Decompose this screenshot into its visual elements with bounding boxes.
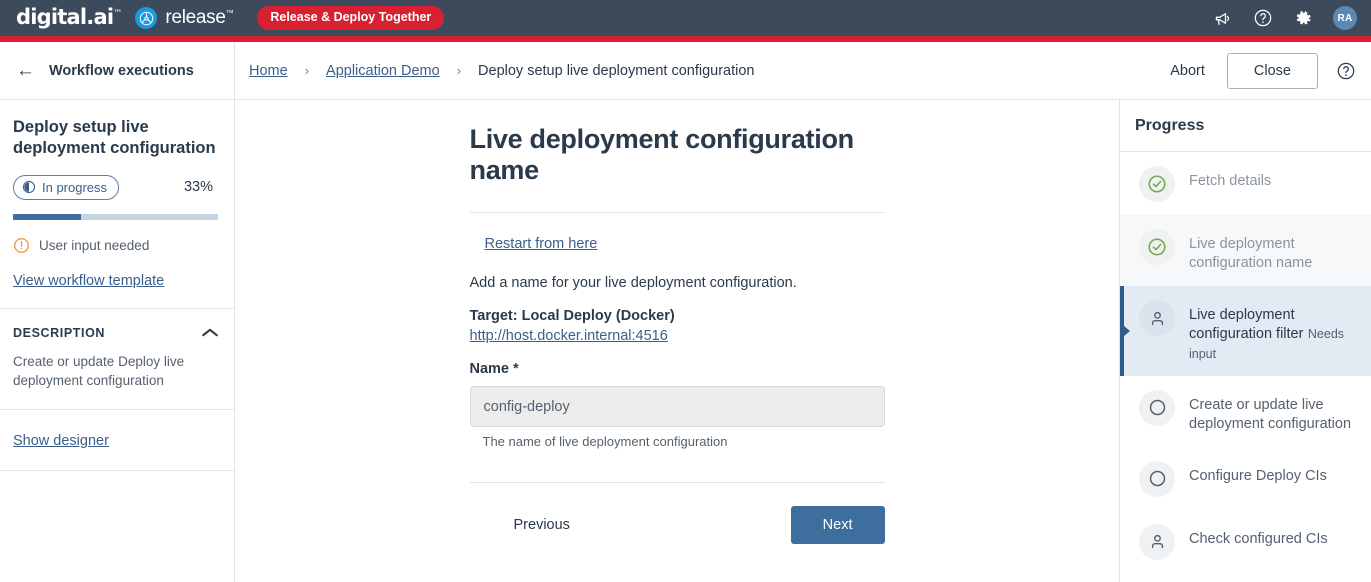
- digitalai-logo[interactable]: digital.ai™: [16, 4, 122, 29]
- show-designer-link[interactable]: Show designer: [13, 433, 109, 449]
- breadcrumb: Home › Application Demo › Deploy setup l…: [235, 63, 755, 79]
- help-icon[interactable]: [1336, 61, 1356, 81]
- digitalai-tm: ™: [113, 8, 122, 19]
- back-arrow-icon[interactable]: ←: [16, 61, 35, 80]
- in-progress-icon: [22, 181, 36, 194]
- breadcrumb-separator: ›: [456, 63, 462, 78]
- alert-icon: [14, 237, 29, 253]
- main-content: Live deployment configuration name Resta…: [235, 100, 1119, 582]
- progress-item-label: Live deployment configuration name: [1189, 236, 1313, 272]
- progress-item-live-deployment-configuration-name[interactable]: Live deployment configuration name: [1120, 215, 1371, 287]
- release-logo-text[interactable]: release™: [165, 7, 233, 29]
- header-back-section[interactable]: ← Workflow executions: [0, 42, 235, 99]
- progress-item-create-or-update-live-deployment-configuration[interactable]: Create or update live deployment configu…: [1120, 376, 1371, 447]
- status-badge-label: In progress: [42, 179, 108, 195]
- left-sidebar: Deploy setup live deployment configurati…: [0, 100, 235, 582]
- restart-from-here-link[interactable]: Restart from here: [485, 236, 598, 252]
- description-header: DESCRIPTION: [13, 326, 219, 340]
- execution-title: Deploy setup live deployment configurati…: [13, 118, 216, 158]
- page-body: Deploy setup live deployment configurati…: [0, 100, 1371, 582]
- progress-item-configure-deploy-cis[interactable]: Configure Deploy CIs: [1120, 447, 1371, 510]
- name-field-hint: The name of live deployment configuratio…: [482, 434, 728, 449]
- description-text: Create or update Deploy live deployment …: [13, 353, 185, 389]
- progress-item-label: Live deployment configuration filter: [1189, 307, 1304, 343]
- release-product-icon: [135, 7, 158, 29]
- progress-item-text: Check configured CIs: [1189, 523, 1328, 549]
- progress-bar: [13, 213, 218, 220]
- previous-button[interactable]: Previous: [510, 509, 574, 541]
- target-url-link[interactable]: http://host.docker.internal:4516: [470, 328, 668, 344]
- progress-item-fetch-details[interactable]: Fetch details: [1120, 152, 1371, 215]
- page-title: Live deployment configuration name: [469, 124, 855, 185]
- breadcrumb-item-home[interactable]: Home: [249, 63, 288, 79]
- check-circle-icon: [1139, 166, 1175, 202]
- form-intro-text: Add a name for your live deployment conf…: [469, 275, 797, 291]
- release-word: release: [165, 7, 226, 28]
- top-bar: digital.ai™ release™ Release & Deploy To…: [0, 0, 1371, 36]
- person-icon: [1139, 523, 1175, 560]
- breadcrumb-separator: ›: [304, 63, 310, 78]
- release-tri-spoke-glyph: [139, 11, 154, 25]
- progress-item-label: Fetch details: [1189, 173, 1272, 189]
- abort-button[interactable]: Abort: [1166, 57, 1209, 85]
- next-button[interactable]: Next: [790, 506, 885, 544]
- progress-item-text: Create or update live deployment configu…: [1189, 389, 1357, 434]
- view-workflow-template-link[interactable]: View workflow template: [13, 273, 164, 289]
- chevron-up-icon[interactable]: [201, 327, 219, 338]
- progress-item-text: Configure Deploy CIs: [1189, 460, 1327, 486]
- progress-item-text: Fetch details: [1189, 165, 1271, 191]
- target-label: Target: Local Deploy (Docker): [469, 308, 675, 324]
- title-divider: [469, 212, 885, 213]
- progress-item-live-deployment-configuration-filter[interactable]: Live deployment configuration filter Nee…: [1120, 286, 1371, 376]
- header-actions: Abort Close: [1166, 52, 1371, 89]
- person-icon: [1139, 300, 1175, 337]
- workflow-executions-label: Workflow executions: [49, 62, 194, 79]
- user-input-needed-label: User input needed: [39, 237, 150, 253]
- announcement-icon[interactable]: [1213, 8, 1233, 28]
- task-form: Live deployment configuration name Resta…: [469, 100, 885, 582]
- help-icon[interactable]: [1253, 8, 1273, 28]
- breadcrumb-item-current: Deploy setup live deployment configurati…: [478, 62, 755, 79]
- progress-item-text: Live deployment configuration filter Nee…: [1189, 299, 1357, 362]
- progress-item-label: Check configured CIs: [1189, 530, 1328, 547]
- execution-status-row: In progress 33%: [13, 174, 219, 200]
- circle-icon: [1139, 389, 1175, 426]
- progress-panel-heading: Progress: [1120, 100, 1371, 152]
- name-input[interactable]: [469, 386, 885, 427]
- breadcrumb-item-application-demo[interactable]: Application Demo: [326, 63, 440, 79]
- execution-summary-section: Deploy setup live deployment configurati…: [0, 100, 234, 309]
- designer-section: Show designer: [0, 410, 234, 471]
- circle-icon: [1139, 460, 1175, 497]
- release-deploy-together-badge: Release & Deploy Together: [257, 6, 445, 30]
- app-root: digital.ai™ release™ Release & Deploy To…: [0, 0, 1371, 582]
- progress-item-label: Configure Deploy CIs: [1189, 467, 1327, 484]
- gear-icon[interactable]: [1293, 8, 1313, 28]
- form-actions: Previous Next: [470, 483, 885, 544]
- progress-item-label: Create or update live deployment configu…: [1189, 396, 1352, 432]
- progress-panel: Progress Fetch details Live deployment c…: [1119, 100, 1371, 582]
- user-input-needed-row: User input needed: [13, 237, 219, 254]
- check-circle-icon: [1139, 229, 1175, 265]
- name-field-label: Name *: [469, 361, 519, 377]
- page-header: ← Workflow executions Home › Application…: [0, 42, 1371, 100]
- progress-item-text: Live deployment configuration name: [1189, 228, 1357, 273]
- status-badge: In progress: [13, 174, 120, 200]
- description-section: DESCRIPTION Create or update Deploy live…: [0, 309, 234, 410]
- close-button[interactable]: Close: [1226, 52, 1318, 89]
- progress-percent-label: 33%: [183, 179, 213, 196]
- progress-bar-fill: [13, 213, 81, 220]
- release-tm: ™: [225, 8, 234, 18]
- description-heading-label: DESCRIPTION: [13, 325, 106, 340]
- avatar[interactable]: RA: [1333, 6, 1357, 30]
- digitalai-logo-text: digital.ai: [16, 4, 114, 29]
- progress-item-check-configured-cis[interactable]: Check configured CIs: [1120, 510, 1371, 573]
- top-bar-actions: RA: [1213, 6, 1357, 30]
